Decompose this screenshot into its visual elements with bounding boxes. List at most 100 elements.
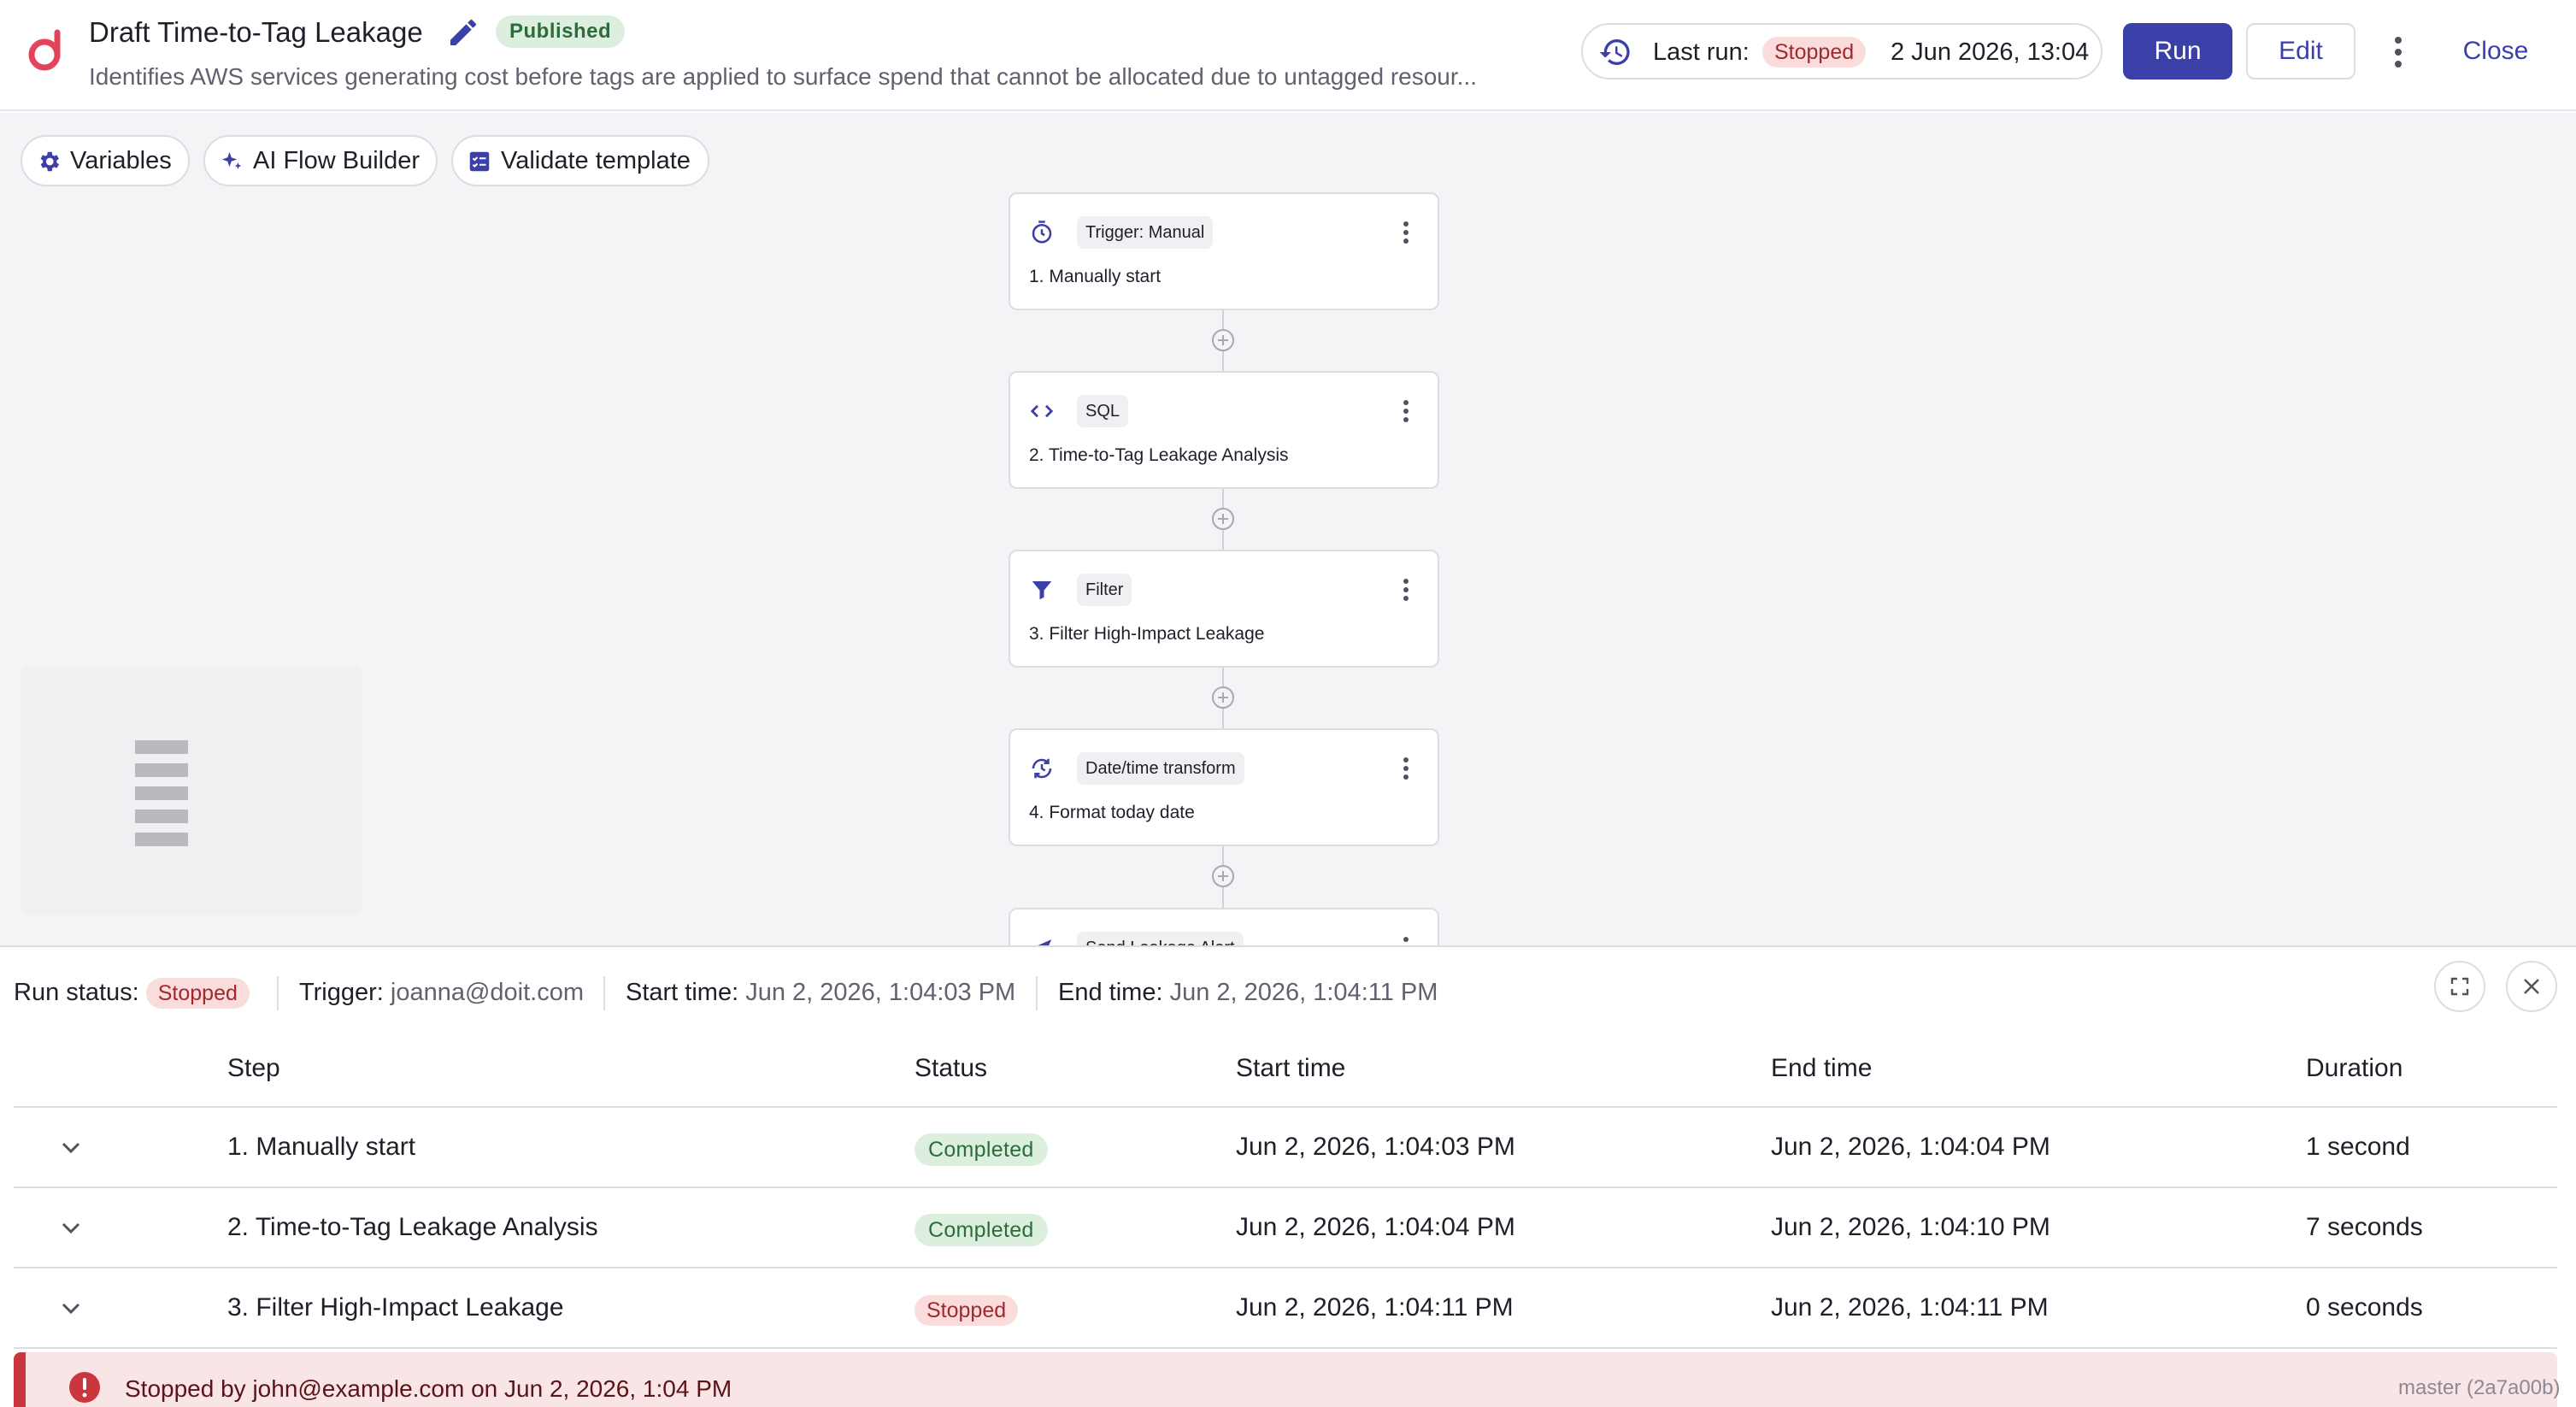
minimap-node xyxy=(135,740,188,754)
add-step-plus-icon[interactable] xyxy=(1210,685,1236,710)
node-more-options-icon[interactable] xyxy=(1393,754,1419,783)
minimap-node xyxy=(135,786,188,800)
checklist-icon xyxy=(469,151,490,172)
step-name: 3. Filter High-Impact Leakage xyxy=(227,1293,564,1322)
history-icon xyxy=(1599,39,1630,65)
end-time-value: Jun 2, 2026, 1:04:11 PM xyxy=(1169,979,1438,1006)
filter-icon xyxy=(1032,581,1052,600)
last-run-status-badge: Stopped xyxy=(1762,37,1867,68)
column-header-step: Step xyxy=(227,1054,280,1082)
edit-title-pencil-icon[interactable] xyxy=(446,15,480,50)
node-type-label: Date/time transform xyxy=(1077,752,1244,785)
flow-canvas[interactable]: Variables AI Flow Builder Validate templ… xyxy=(0,113,2576,1026)
node-name: 4. Format today date xyxy=(1029,803,1195,822)
ai-flow-builder-label: AI Flow Builder xyxy=(253,147,421,174)
close-panel-button[interactable] xyxy=(2506,961,2557,1012)
flow-description: Identifies AWS services generating cost … xyxy=(89,63,1477,90)
version-label: master (2a7a00b) xyxy=(2398,1376,2561,1399)
app-header: Draft Time-to-Tag Leakage Published Iden… xyxy=(0,0,2576,111)
node-name: 3. Filter High-Impact Leakage xyxy=(1029,624,1265,644)
variables-button[interactable]: Variables xyxy=(21,135,190,186)
step-status: Completed xyxy=(915,1132,1048,1166)
add-step-plus-icon[interactable] xyxy=(1210,327,1236,353)
step-start-time: Jun 2, 2026, 1:04:03 PM xyxy=(1236,1133,1515,1161)
flow-node-trigger[interactable]: Trigger: Manual 1. Manually start xyxy=(1009,192,1439,310)
stopped-alert: Stopped by john@example.com on Jun 2, 20… xyxy=(14,1352,2557,1407)
step-start-time: Jun 2, 2026, 1:04:04 PM xyxy=(1236,1213,1515,1241)
column-header-duration: Duration xyxy=(2306,1054,2403,1082)
add-step-plus-icon[interactable] xyxy=(1210,506,1236,532)
run-end-time: End time: Jun 2, 2026, 1:04:11 PM xyxy=(1058,973,1438,1012)
minimap[interactable] xyxy=(21,667,362,915)
flow-node-sql[interactable]: SQL 2. Time-to-Tag Leakage Analysis xyxy=(1009,371,1439,489)
chevron-down-icon[interactable] xyxy=(56,1294,85,1323)
more-options-icon[interactable] xyxy=(2381,31,2415,74)
add-step-plus-icon[interactable] xyxy=(1210,863,1236,889)
node-more-options-icon[interactable] xyxy=(1393,218,1419,247)
run-status: Run status: Stopped xyxy=(14,973,250,1012)
run-trigger: Trigger: joanna@doit.com xyxy=(299,973,584,1012)
step-duration: 7 seconds xyxy=(2306,1213,2423,1241)
completed-status-badge: Completed xyxy=(915,1133,1048,1166)
step-name: 2. Time-to-Tag Leakage Analysis xyxy=(227,1213,598,1241)
column-header-end-time: End time xyxy=(1771,1054,1873,1082)
last-run-summary[interactable]: Last run: Stopped 2 Jun 2026, 13:04 xyxy=(1581,23,2103,79)
node-type-label: SQL xyxy=(1077,395,1129,427)
published-status-badge: Published xyxy=(496,15,626,48)
variables-gear-icon xyxy=(40,151,59,172)
start-time-label: Start time: xyxy=(626,979,739,1006)
run-start-time: Start time: Jun 2, 2026, 1:04:03 PM xyxy=(626,973,1015,1012)
last-run-label: Last run: xyxy=(1653,38,1750,66)
close-icon xyxy=(2524,979,2539,994)
column-header-start-time: Start time xyxy=(1236,1054,1346,1082)
code-icon xyxy=(1030,404,1054,418)
node-name: 2. Time-to-Tag Leakage Analysis xyxy=(1029,445,1289,465)
steps-table: Step Status Start time End time Duration… xyxy=(14,1029,2557,1349)
flow-node-datetime[interactable]: Date/time transform 4. Format today date xyxy=(1009,728,1439,846)
edit-button[interactable]: Edit xyxy=(2246,23,2355,79)
divider xyxy=(603,976,605,1010)
divider xyxy=(277,976,279,1010)
ai-flow-builder-button[interactable]: AI Flow Builder xyxy=(203,135,438,186)
table-row[interactable]: 1. Manually start Completed Jun 2, 2026,… xyxy=(14,1108,2557,1188)
fullscreen-icon xyxy=(2450,977,2469,996)
completed-status-badge: Completed xyxy=(915,1214,1048,1246)
doit-logo-icon xyxy=(28,29,61,71)
run-details-panel: Run status: Stopped Trigger: joanna@doit… xyxy=(0,945,2576,1407)
alert-message: Stopped by john@example.com on Jun 2, 20… xyxy=(125,1375,732,1402)
datetime-icon xyxy=(1032,758,1052,779)
end-time-label: End time: xyxy=(1058,979,1163,1006)
step-start-time: Jun 2, 2026, 1:04:11 PM xyxy=(1236,1293,1514,1322)
validate-template-button[interactable]: Validate template xyxy=(451,135,709,186)
run-status-badge: Stopped xyxy=(145,978,250,1009)
stopped-status-badge: Stopped xyxy=(915,1295,1019,1326)
validate-template-label: Validate template xyxy=(501,147,691,174)
chevron-down-icon[interactable] xyxy=(56,1214,85,1243)
step-end-time: Jun 2, 2026, 1:04:04 PM xyxy=(1771,1133,2050,1161)
variables-label: Variables xyxy=(70,147,172,174)
start-time-value: Jun 2, 2026, 1:04:03 PM xyxy=(745,979,1016,1006)
node-more-options-icon[interactable] xyxy=(1393,397,1419,426)
run-button[interactable]: Run xyxy=(2123,23,2232,79)
step-duration: 0 seconds xyxy=(2306,1293,2423,1322)
last-run-date: 2 Jun 2026, 13:04 xyxy=(1891,38,2090,66)
step-name: 1. Manually start xyxy=(227,1133,416,1161)
close-button[interactable]: Close xyxy=(2446,23,2545,79)
table-row[interactable]: 3. Filter High-Impact Leakage Stopped Ju… xyxy=(14,1269,2557,1349)
minimap-nodes xyxy=(135,740,188,848)
expand-panel-button[interactable] xyxy=(2434,961,2485,1012)
node-more-options-icon[interactable] xyxy=(1393,575,1419,604)
divider xyxy=(1036,976,1038,1010)
node-type-label: Filter xyxy=(1077,574,1132,606)
minimap-node xyxy=(135,763,188,777)
sparkle-icon xyxy=(221,151,242,169)
step-end-time: Jun 2, 2026, 1:04:11 PM xyxy=(1771,1293,2049,1322)
minimap-node xyxy=(135,809,188,823)
step-duration: 1 second xyxy=(2306,1133,2410,1161)
table-header: Step Status Start time End time Duration xyxy=(14,1029,2557,1108)
table-row[interactable]: 2. Time-to-Tag Leakage Analysis Complete… xyxy=(14,1188,2557,1269)
minimap-node xyxy=(135,833,188,846)
chevron-down-icon[interactable] xyxy=(56,1133,85,1163)
flow-node-filter[interactable]: Filter 3. Filter High-Impact Leakage xyxy=(1009,550,1439,668)
step-status: Stopped xyxy=(915,1292,1019,1327)
